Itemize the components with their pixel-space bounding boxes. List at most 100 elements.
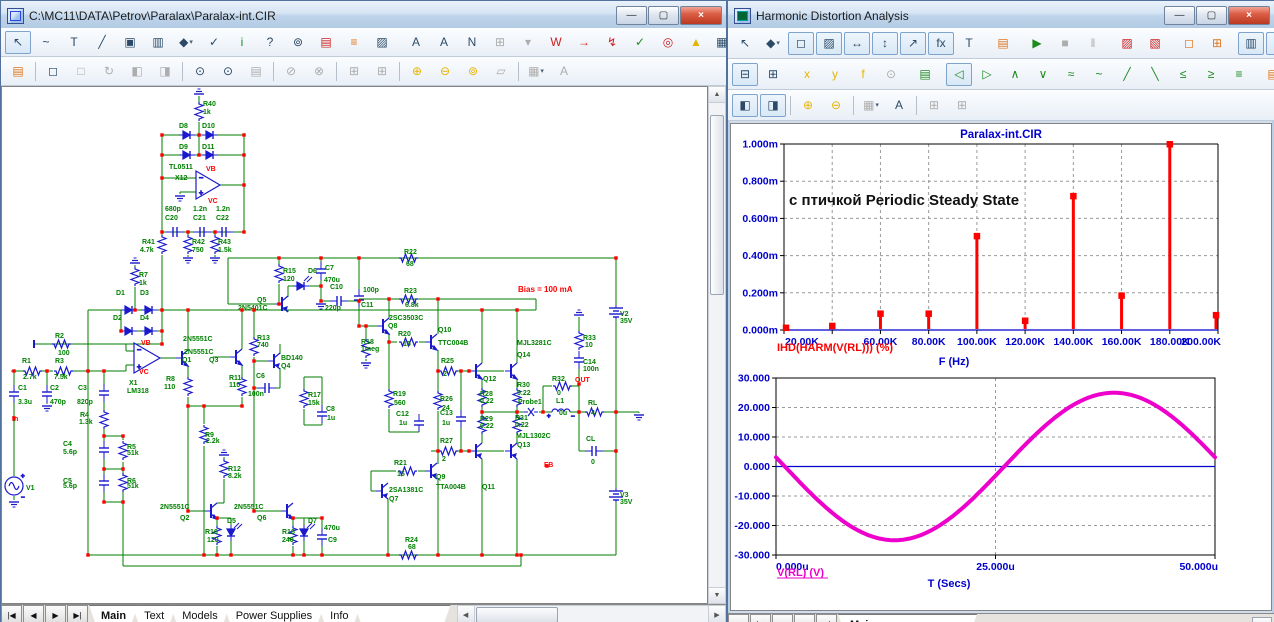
vertical-scroll-thumb[interactable] <box>710 115 724 295</box>
flag-mode-icon[interactable]: ✓ <box>201 31 227 54</box>
flip-horizontal-icon[interactable]: ◧ <box>124 60 150 83</box>
scroll-left-arrow[interactable]: ◀ <box>458 606 475 622</box>
edit-waveform-icon[interactable]: ▤ <box>912 63 938 86</box>
box-disabled-icon[interactable]: □ <box>68 60 94 83</box>
tab-main[interactable]: Main <box>838 614 887 622</box>
node-voltages-icon[interactable]: W <box>543 31 569 54</box>
scroll-right-arrow[interactable]: ▶ <box>708 606 725 622</box>
tab-nav-4[interactable]: ▶| <box>816 614 837 622</box>
plot-layout-2-icon[interactable]: ▤ <box>1266 32 1274 55</box>
resize-grip[interactable] <box>1252 617 1272 622</box>
horizontal-scrollbar[interactable]: ◀▶ <box>457 605 726 622</box>
maximize-button[interactable]: ▢ <box>1196 6 1227 25</box>
find-icon[interactable]: ⊙ <box>215 60 241 83</box>
plot-layout-1-icon[interactable]: ▥ <box>1238 32 1264 55</box>
copy-page-icon[interactable]: ⊞ <box>487 31 513 54</box>
font-icon[interactable]: A <box>551 60 577 83</box>
find-part-icon[interactable]: ⊙ <box>187 60 213 83</box>
cursor-left-icon[interactable]: ◁ <box>946 63 972 86</box>
warning-triangle-icon[interactable]: ▲ <box>683 31 709 54</box>
tab-models[interactable]: Models <box>170 605 229 622</box>
text-mode-icon[interactable]: T <box>61 31 87 54</box>
tab-text[interactable]: Text <box>132 605 176 622</box>
select-tool-icon[interactable]: ↖ <box>5 31 31 54</box>
conditions-icon[interactable]: ✓ <box>627 31 653 54</box>
sheet-edit-icon[interactable]: ▨ <box>369 31 395 54</box>
select-region-icon[interactable]: ◻ <box>1176 32 1202 55</box>
zoom-x-icon[interactable]: x <box>794 63 820 86</box>
fx-mode-icon[interactable]: fx <box>928 32 954 55</box>
global-high-icon[interactable]: ≥ <box>1198 63 1224 86</box>
zoom-window-icon[interactable]: ◻ <box>788 32 814 55</box>
link-mode-icon[interactable]: ⊚ <box>285 31 311 54</box>
perf-plot-2-icon[interactable]: ▧ <box>1142 32 1168 55</box>
tab-nav-0[interactable]: ▾ <box>728 614 749 622</box>
tab-power-supplies[interactable]: Power Supplies <box>224 605 324 622</box>
grid-options-icon[interactable]: ▦▾ <box>858 94 884 117</box>
left-vertical-scrollbar[interactable]: ▲ ▼ <box>708 86 726 604</box>
rotate-icon[interactable]: ↻ <box>96 60 122 83</box>
tab-nav-1[interactable]: |◀ <box>750 614 771 622</box>
flip-vertical-icon[interactable]: ◨ <box>152 60 178 83</box>
minimize-button[interactable]: — <box>616 6 647 25</box>
dropdown-arrow-icon[interactable]: ▾ <box>189 38 193 46</box>
right-titlebar[interactable]: Harmonic Distortion Analysis — ▢ × <box>728 1 1274 28</box>
schematic-canvas[interactable]: −+−++−+−R401kD8D10D9D11TL0511X12VBVC680p… <box>1 86 708 604</box>
help-mode-icon[interactable]: ? <box>257 31 283 54</box>
horizontal-scroll-thumb[interactable] <box>476 607 558 622</box>
tab-nav-0[interactable]: |◀ <box>1 605 22 622</box>
scroll-up-arrow[interactable]: ▲ <box>709 87 725 103</box>
info-mode-icon[interactable]: i <box>229 31 255 54</box>
zoom-out-icon[interactable]: ⊖ <box>823 94 849 117</box>
send-to-back-icon[interactable]: ⊞ <box>949 94 975 117</box>
drop-gray-icon[interactable]: ▾ <box>515 31 541 54</box>
page-view-icon[interactable]: ▱ <box>488 60 514 83</box>
wire-mode-icon[interactable]: ~ <box>33 31 59 54</box>
tab-nav-3[interactable]: ▶ <box>794 614 815 622</box>
picture-mode-icon[interactable]: ▣ <box>117 31 143 54</box>
tab-nav-2[interactable]: ◀ <box>772 614 793 622</box>
send-to-back-icon[interactable]: ⊞ <box>369 60 395 83</box>
envelope-icon[interactable]: ≡ <box>1226 63 1252 86</box>
component-mode-icon[interactable]: ▥ <box>145 31 171 54</box>
zoom-100-icon[interactable]: ⊚ <box>460 60 486 83</box>
zoom-in-icon[interactable]: ⊕ <box>795 94 821 117</box>
power-terms-icon[interactable]: ↯ <box>599 31 625 54</box>
properties-icon[interactable]: ▤ <box>990 32 1016 55</box>
maximize-button[interactable]: ▢ <box>648 6 679 25</box>
attribute-value-icon[interactable]: A <box>431 31 457 54</box>
dropdown-arrow-icon[interactable]: ▾ <box>540 67 544 75</box>
pan-mode-icon[interactable]: ↗ <box>900 32 926 55</box>
stop-disabled-icon[interactable]: ⊗ <box>306 60 332 83</box>
slope-up-icon[interactable]: ╱ <box>1114 63 1140 86</box>
high-icon[interactable]: ≈ <box>1058 63 1084 86</box>
plot-panel[interactable]: 1.000m0.800m0.600m0.400m0.200m0.000m20.0… <box>730 123 1272 611</box>
grid-options-icon[interactable]: ▦▾ <box>523 60 549 83</box>
tab-nav-2[interactable]: ▶ <box>45 605 66 622</box>
graph-mode-icon[interactable]: ▨ <box>816 32 842 55</box>
cursor-grid-icon[interactable]: ⊞ <box>760 63 786 86</box>
tab-info[interactable]: Info <box>318 605 360 622</box>
dropdown-arrow-icon[interactable]: ▾ <box>776 39 780 47</box>
tab-nav-1[interactable]: ◀ <box>23 605 44 622</box>
shape-picker-icon[interactable]: ◆▾ <box>173 31 199 54</box>
properties-icon[interactable]: ▤ <box>5 60 31 83</box>
node-numbers-icon[interactable]: N <box>459 31 485 54</box>
attribute-text-icon[interactable]: A <box>403 31 429 54</box>
clipboard-icon[interactable]: ▤ <box>1260 63 1274 86</box>
low-icon[interactable]: ~ <box>1086 63 1112 86</box>
step-down-icon[interactable]: ⊘ <box>278 60 304 83</box>
notes-icon[interactable]: ▤ <box>243 60 269 83</box>
cursor-right-icon[interactable]: ▷ <box>974 63 1000 86</box>
currents-icon[interactable]: → <box>571 31 597 54</box>
left-titlebar[interactable]: C:\MC11\DATA\Petrov\Paralax\Paralax-int.… <box>1 1 726 28</box>
tab-nav-3[interactable]: ▶| <box>67 605 88 622</box>
text-mode-icon[interactable]: T <box>956 32 982 55</box>
search-icon[interactable]: ⊙ <box>878 63 904 86</box>
zoom-y-icon[interactable]: y <box>822 63 848 86</box>
model-check-icon[interactable]: ▤ <box>313 31 339 54</box>
scale-box-left-icon[interactable]: ◧ <box>732 94 758 117</box>
slope-down-icon[interactable]: ╲ <box>1142 63 1168 86</box>
font-icon[interactable]: A <box>886 94 912 117</box>
scroll-down-arrow[interactable]: ▼ <box>709 587 725 603</box>
